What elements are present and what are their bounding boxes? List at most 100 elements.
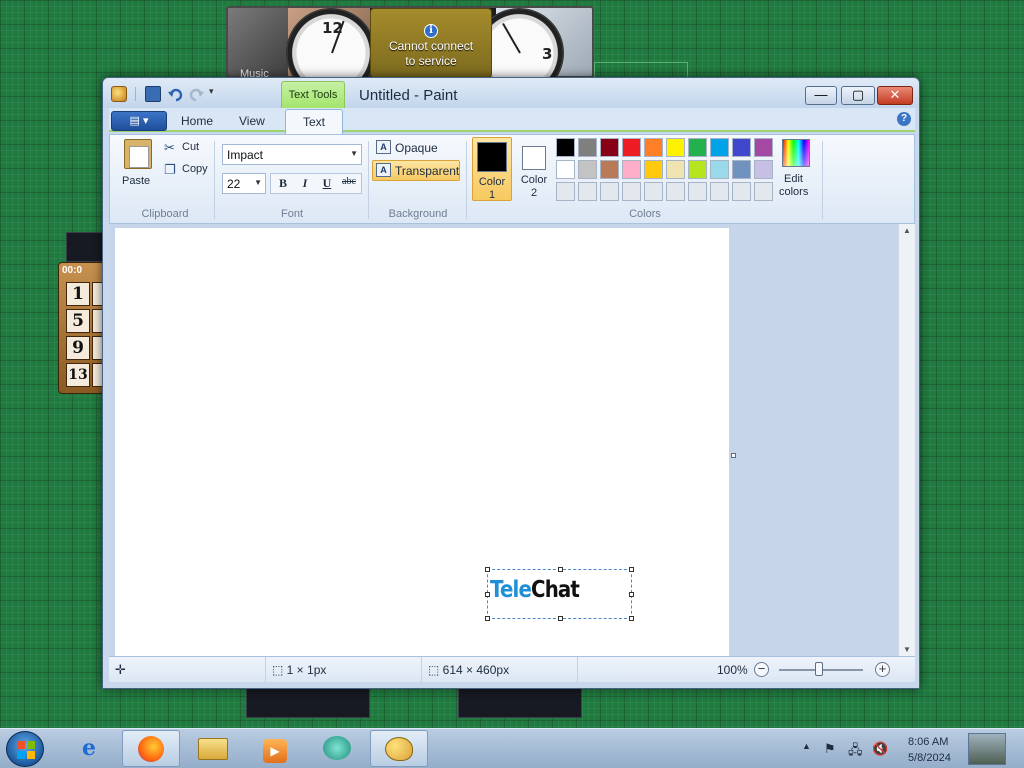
show-hidden-icons[interactable]: ▲ bbox=[802, 741, 811, 751]
resize-handle[interactable] bbox=[558, 616, 563, 621]
color1-button[interactable]: Color 1 bbox=[472, 137, 512, 201]
title-bar[interactable]: ▾ Text Tools Untitled - Paint — ▢ ✕ bbox=[103, 78, 919, 109]
tab-text[interactable]: Text bbox=[285, 109, 343, 134]
strikethrough-button[interactable]: abc bbox=[339, 176, 359, 192]
puzzle-tile[interactable]: 1 bbox=[66, 282, 90, 306]
taskbar-messenger[interactable] bbox=[308, 730, 366, 767]
maximize-button[interactable]: ▢ bbox=[841, 86, 875, 105]
palette-color-swatch[interactable] bbox=[556, 160, 575, 179]
palette-color-swatch[interactable] bbox=[710, 138, 729, 157]
palette-color-swatch[interactable] bbox=[622, 182, 641, 201]
edit-colors-label-line1[interactable]: Edit bbox=[784, 173, 803, 185]
zoom-in-button[interactable]: + bbox=[875, 662, 890, 677]
copy-icon[interactable]: ❐ bbox=[164, 162, 176, 178]
redo-icon[interactable] bbox=[189, 86, 205, 102]
paint-app-icon[interactable] bbox=[111, 86, 127, 102]
zoom-out-button[interactable]: − bbox=[754, 662, 769, 677]
scroll-down-icon[interactable]: ▼ bbox=[903, 645, 911, 654]
font-family-dropdown[interactable]: Impact ▼ bbox=[222, 144, 362, 165]
tab-home[interactable]: Home bbox=[181, 114, 213, 128]
palette-color-swatch[interactable] bbox=[732, 182, 751, 201]
palette-color-swatch[interactable] bbox=[578, 160, 597, 179]
minimize-button[interactable]: — bbox=[805, 86, 837, 105]
scissors-icon[interactable]: ✂ bbox=[164, 140, 175, 156]
zoom-slider-thumb[interactable] bbox=[815, 662, 823, 676]
palette-color-swatch[interactable] bbox=[732, 160, 751, 179]
edit-colors-icon[interactable] bbox=[782, 139, 810, 167]
palette-color-swatch[interactable] bbox=[644, 160, 663, 179]
customize-qat-icon[interactable]: ▾ bbox=[209, 86, 225, 102]
transparent-button[interactable]: A Transparent bbox=[372, 160, 460, 181]
palette-color-swatch[interactable] bbox=[578, 138, 597, 157]
canvas-resize-handle[interactable] bbox=[731, 453, 736, 458]
taskbar-firefox[interactable] bbox=[122, 730, 180, 767]
vertical-scrollbar[interactable]: ▲ ▼ bbox=[898, 224, 915, 656]
palette-color-swatch[interactable] bbox=[688, 138, 707, 157]
palette-color-swatch[interactable] bbox=[688, 160, 707, 179]
palette-color-swatch[interactable] bbox=[710, 182, 729, 201]
paste-button[interactable]: Paste bbox=[122, 175, 150, 187]
bold-button[interactable]: B bbox=[273, 176, 293, 192]
opaque-button[interactable]: A Opaque bbox=[372, 137, 460, 158]
paint-menu-button[interactable]: ▤ ▾ bbox=[111, 111, 167, 131]
cut-button[interactable]: Cut bbox=[182, 141, 199, 153]
copy-button[interactable]: Copy bbox=[182, 163, 208, 175]
show-desktop-button[interactable] bbox=[968, 733, 1006, 765]
palette-color-swatch[interactable] bbox=[754, 182, 773, 201]
resize-handle[interactable] bbox=[558, 567, 563, 572]
palette-color-swatch[interactable] bbox=[622, 160, 641, 179]
palette-color-swatch[interactable] bbox=[600, 160, 619, 179]
scroll-up-icon[interactable]: ▲ bbox=[903, 226, 911, 235]
weather-gadget[interactable]: Cannot connect to service bbox=[370, 8, 492, 78]
tab-view[interactable]: View bbox=[239, 114, 265, 128]
font-size-dropdown[interactable]: 22 ▼ bbox=[222, 173, 266, 194]
resize-handle[interactable] bbox=[485, 567, 490, 572]
palette-color-swatch[interactable] bbox=[710, 160, 729, 179]
palette-color-swatch[interactable] bbox=[644, 182, 663, 201]
taskbar-internet-explorer[interactable]: e bbox=[60, 730, 118, 767]
palette-color-swatch[interactable] bbox=[688, 182, 707, 201]
taskbar-paint[interactable] bbox=[370, 730, 428, 767]
resize-handle[interactable] bbox=[629, 567, 634, 572]
palette-color-swatch[interactable] bbox=[754, 138, 773, 157]
palette-color-swatch[interactable] bbox=[600, 138, 619, 157]
resize-handle[interactable] bbox=[629, 592, 634, 597]
taskbar-media-player[interactable]: ▶ bbox=[246, 730, 304, 767]
puzzle-tile[interactable]: 5 bbox=[66, 309, 90, 333]
help-icon[interactable]: ? bbox=[897, 112, 911, 126]
palette-color-swatch[interactable] bbox=[600, 182, 619, 201]
palette-color-swatch[interactable] bbox=[666, 138, 685, 157]
puzzle-tile[interactable]: 9 bbox=[66, 336, 90, 360]
volume-muted-icon[interactable]: 🔇 bbox=[872, 741, 888, 757]
start-button[interactable] bbox=[6, 731, 44, 767]
color2-button[interactable]: Color 2 bbox=[514, 137, 554, 201]
palette-color-swatch[interactable] bbox=[622, 138, 641, 157]
canvas-text[interactable]: TeleChat bbox=[490, 576, 580, 604]
puzzle-tile[interactable]: 13 bbox=[66, 363, 90, 387]
italic-button[interactable]: I bbox=[295, 176, 315, 192]
palette-color-swatch[interactable] bbox=[666, 160, 685, 179]
save-icon[interactable] bbox=[145, 86, 161, 102]
palette-color-swatch[interactable] bbox=[644, 138, 663, 157]
network-icon[interactable]: 🖧 bbox=[848, 741, 863, 763]
paint-window[interactable]: ▾ Text Tools Untitled - Paint — ▢ ✕ ▤ ▾ … bbox=[102, 77, 920, 689]
drawing-canvas[interactable]: TeleChat bbox=[115, 228, 729, 656]
palette-color-swatch[interactable] bbox=[732, 138, 751, 157]
resize-handle[interactable] bbox=[629, 616, 634, 621]
close-button[interactable]: ✕ bbox=[877, 86, 913, 105]
edit-colors-label-line2[interactable]: colors bbox=[779, 186, 808, 198]
paste-icon[interactable] bbox=[124, 139, 152, 169]
palette-color-swatch[interactable] bbox=[556, 138, 575, 157]
action-center-flag-icon[interactable]: ⚑ bbox=[824, 741, 836, 757]
text-box[interactable]: TeleChat bbox=[485, 567, 634, 621]
canvas-area[interactable]: TeleChat ▲ ▼ bbox=[109, 224, 915, 656]
undo-icon[interactable] bbox=[167, 86, 183, 102]
underline-button[interactable]: U bbox=[317, 176, 337, 192]
palette-color-swatch[interactable] bbox=[666, 182, 685, 201]
palette-color-swatch[interactable] bbox=[754, 160, 773, 179]
palette-color-swatch[interactable] bbox=[578, 182, 597, 201]
resize-handle[interactable] bbox=[485, 616, 490, 621]
taskbar-file-explorer[interactable] bbox=[184, 730, 242, 767]
palette-color-swatch[interactable] bbox=[556, 182, 575, 201]
system-clock[interactable]: 8:06 AM 5/8/2024 bbox=[908, 734, 951, 766]
